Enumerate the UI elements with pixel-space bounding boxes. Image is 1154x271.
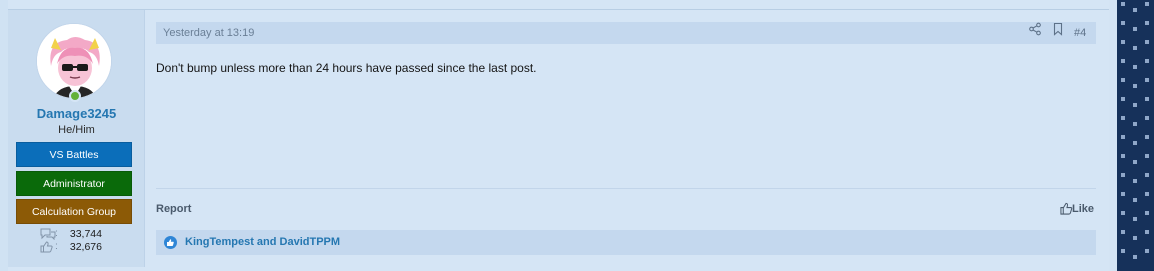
pattern-dot <box>1121 97 1125 101</box>
pattern-dot <box>1133 84 1137 88</box>
pattern-dot <box>1145 97 1149 101</box>
avatar[interactable] <box>36 23 112 99</box>
pattern-dot <box>1145 116 1149 120</box>
pattern-dot <box>1145 21 1149 25</box>
pattern-dot <box>1121 173 1125 177</box>
pattern-dot <box>1133 160 1137 164</box>
pattern-dot <box>1133 255 1137 259</box>
page-edge <box>0 0 8 271</box>
pattern-dot <box>1133 27 1137 31</box>
username-link[interactable]: Damage3245 <box>8 106 145 121</box>
post-footer-divider <box>156 188 1096 189</box>
user-info-panel: Damage3245 He/Him VS Battles Administrat… <box>8 10 145 267</box>
pattern-dot <box>1133 179 1137 183</box>
reactions-bar[interactable]: KingTempest and DavidTPPM <box>156 230 1096 255</box>
pattern-dot <box>1121 2 1125 6</box>
online-status-indicator <box>69 90 81 102</box>
bookmark-icon[interactable] <box>1051 22 1065 36</box>
user-banner-vs-battles: VS Battles <box>16 142 132 167</box>
pattern-dot <box>1133 141 1137 145</box>
user-title: He/Him <box>58 124 95 136</box>
pattern-dot <box>1121 78 1125 82</box>
post-timestamp[interactable]: Yesterday at 13:19 <box>163 27 254 39</box>
share-icon[interactable] <box>1028 22 1042 36</box>
pattern-dot <box>1121 211 1125 215</box>
pattern-dot <box>1121 249 1125 253</box>
pattern-dot <box>1145 173 1149 177</box>
pattern-dot <box>1145 59 1149 63</box>
pattern-dot <box>1121 192 1125 196</box>
report-link[interactable]: Report <box>156 203 191 215</box>
post-number-link[interactable]: #4 <box>1074 27 1086 39</box>
top-divider <box>8 9 1109 10</box>
pattern-dot <box>1121 59 1125 63</box>
pattern-dot <box>1121 230 1125 234</box>
pattern-dot <box>1121 40 1125 44</box>
like-reaction-icon <box>164 236 177 249</box>
user-banner-administrator: Administrator <box>16 171 132 196</box>
pattern-dot <box>1145 78 1149 82</box>
pattern-dot <box>1133 103 1137 107</box>
pattern-dot <box>1133 198 1137 202</box>
pattern-dot <box>1145 2 1149 6</box>
pattern-dot <box>1133 236 1137 240</box>
forum-post: Damage3245 He/Him VS Battles Administrat… <box>8 0 1109 271</box>
pattern-dot <box>1133 8 1137 12</box>
post-message-body: Don't bump unless more than 24 hours hav… <box>156 61 537 75</box>
pattern-dot <box>1133 217 1137 221</box>
avatar-image <box>37 24 111 98</box>
pattern-dot <box>1133 46 1137 50</box>
pattern-dot <box>1145 154 1149 158</box>
pattern-dot <box>1133 65 1137 69</box>
user-banner-calculation-group: Calculation Group <box>16 199 132 224</box>
stat-reactions-value: 32,676 <box>69 241 102 253</box>
pattern-dot <box>1145 230 1149 234</box>
pattern-dot <box>1145 249 1149 253</box>
decorative-side-pattern <box>1117 0 1154 271</box>
stat-messages-value: 33,744 <box>69 228 102 240</box>
pattern-dot <box>1145 211 1149 215</box>
pattern-dot <box>1121 135 1125 139</box>
post-attribution-bar: Yesterday at 13:19 #4 <box>156 22 1096 44</box>
pattern-dot <box>1145 40 1149 44</box>
pattern-dot <box>1145 192 1149 196</box>
stat-reactions: : 32,676 <box>40 240 120 254</box>
stat-messages: : 33,744 <box>40 227 120 241</box>
reactions-list-link[interactable]: KingTempest and DavidTPPM <box>185 236 340 248</box>
pattern-dot <box>1133 122 1137 126</box>
pattern-dot <box>1121 154 1125 158</box>
pattern-dot <box>1121 21 1125 25</box>
like-label: Like <box>1072 203 1095 215</box>
pattern-dot <box>1121 116 1125 120</box>
pattern-dot <box>1145 135 1149 139</box>
